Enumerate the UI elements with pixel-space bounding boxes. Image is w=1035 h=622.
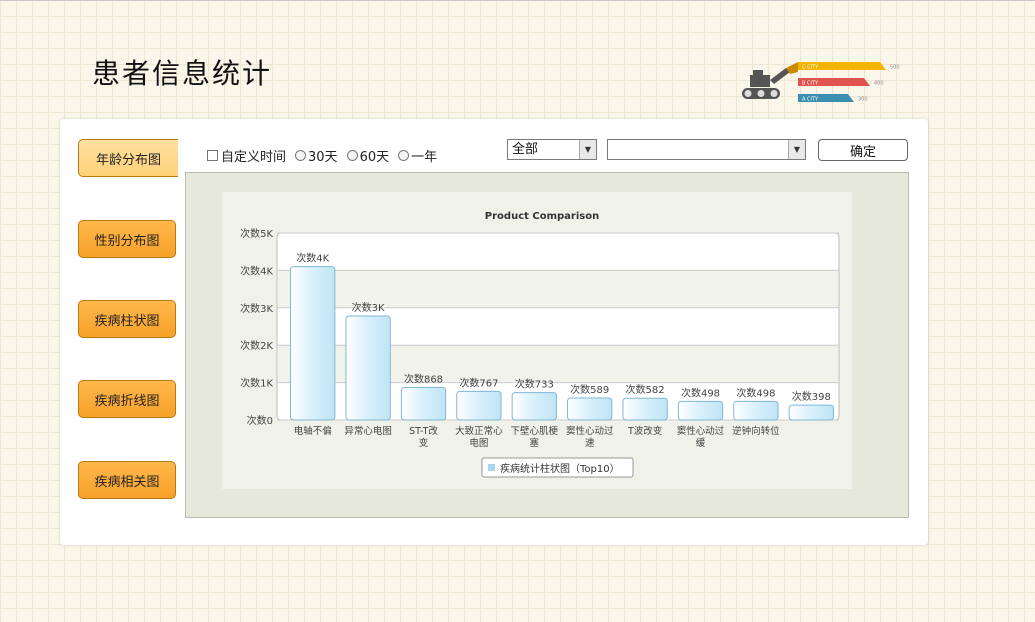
- custom-time-label: 自定义时间: [221, 150, 287, 165]
- logo-bar-value: 500: [890, 65, 900, 71]
- logo: C CITY 500 B CITY 400 A CITY 300: [742, 62, 900, 103]
- logo-bar-value: 400: [874, 81, 884, 87]
- bar-value-label: 次数398: [792, 390, 831, 403]
- bar: [677, 400, 724, 421]
- y-tick-label: 次数1K: [240, 377, 273, 390]
- x-tick-label: 窦性心动过缓: [677, 425, 725, 449]
- category-select[interactable]: 全部 ▼: [507, 139, 597, 160]
- chevron-down-icon[interactable]: ▼: [788, 140, 805, 159]
- x-tick-label: ST-T改变: [409, 425, 438, 449]
- bar-value-label: 次数767: [459, 376, 498, 389]
- toolbar: 自定义时间 30天 60天 一年: [207, 146, 437, 165]
- logo-bar-label: B CITY: [802, 81, 819, 87]
- category-select-value: 全部: [512, 142, 539, 157]
- radio-30-label: 30天: [308, 150, 338, 165]
- y-tick-label: 次数3K: [240, 302, 273, 315]
- logo-bar: A CITY 300: [798, 94, 868, 103]
- sidebar-item-0[interactable]: 年龄分布图: [78, 139, 178, 177]
- logo-bar: C CITY 500: [798, 62, 900, 71]
- logo-bar-label: A CITY: [802, 97, 819, 103]
- bar: [345, 315, 391, 421]
- bar-chart: Product Comparison 次数0 次数1K 次数2K 次数3K 次数4K 次数5…: [240, 211, 840, 478]
- radio-30-days[interactable]: [295, 150, 307, 161]
- radio-one-year[interactable]: [398, 150, 410, 161]
- y-tick-label: 次数2K: [240, 339, 273, 352]
- logo-bar-value: 300: [858, 97, 868, 103]
- bar: [511, 392, 557, 421]
- bar: [400, 387, 447, 421]
- x-tick-label: 大致正常心电图: [455, 425, 503, 449]
- bar-value-label: 次数3K: [352, 301, 385, 314]
- bar-value-label: 次数498: [681, 386, 720, 399]
- sidebar-item-3[interactable]: 疾病折线图: [78, 380, 176, 418]
- x-tick-label: 异常心电图: [344, 425, 392, 437]
- sidebar-item-4[interactable]: 疾病相关图: [78, 461, 176, 499]
- sidebar-item-1[interactable]: 性别分布图: [78, 220, 176, 258]
- bar: [567, 397, 613, 421]
- bar-value-label: 次数582: [626, 383, 665, 396]
- radio-60-days[interactable]: [346, 150, 358, 161]
- bulldozer-icon: [742, 62, 798, 99]
- logo-bar-label: C CITY: [802, 65, 819, 71]
- bar-value-label: 次数498: [736, 386, 775, 399]
- bar: [733, 400, 779, 421]
- bar: [456, 390, 502, 421]
- bar: [622, 397, 668, 421]
- chevron-down-icon[interactable]: ▼: [579, 140, 596, 159]
- radio-year-label: 一年: [411, 150, 438, 165]
- bar: [788, 404, 834, 421]
- x-tick-label: 逆钟向转位: [732, 425, 780, 437]
- sidebar-item-2[interactable]: 疾病柱状图: [78, 300, 176, 338]
- bar-value-label: 次数589: [570, 383, 609, 396]
- x-tick-label: 下壁心肌梗塞: [511, 425, 559, 449]
- bar-value-label: 次数4K: [296, 252, 329, 265]
- legend-label: 疾病统计柱状图（Top10）: [500, 462, 620, 475]
- bar: [290, 266, 336, 421]
- custom-time-checkbox[interactable]: [207, 150, 218, 161]
- x-tick-label: 窦性心动过速: [566, 425, 614, 449]
- x-tick-label: 电轴不偏: [294, 425, 332, 437]
- y-tick-label: 次数5K: [240, 227, 273, 240]
- top-border: [0, 0, 1035, 1]
- confirm-button[interactable]: 确定: [818, 139, 908, 161]
- radio-60-label: 60天: [359, 150, 390, 165]
- legend-swatch: [488, 464, 495, 471]
- chart-title: Product Comparison: [485, 211, 599, 222]
- logo-bar: B CITY 400: [798, 78, 884, 87]
- item-select[interactable]: ▼: [607, 139, 806, 160]
- bar-value-label: 次数733: [515, 378, 554, 391]
- bar-value-label: 次数868: [404, 373, 443, 386]
- y-tick-label: 次数4K: [240, 264, 273, 277]
- x-tick-label: T波改变: [627, 425, 663, 437]
- y-tick-label: 次数0: [247, 414, 273, 427]
- page-title: 患者信息统计: [92, 57, 273, 90]
